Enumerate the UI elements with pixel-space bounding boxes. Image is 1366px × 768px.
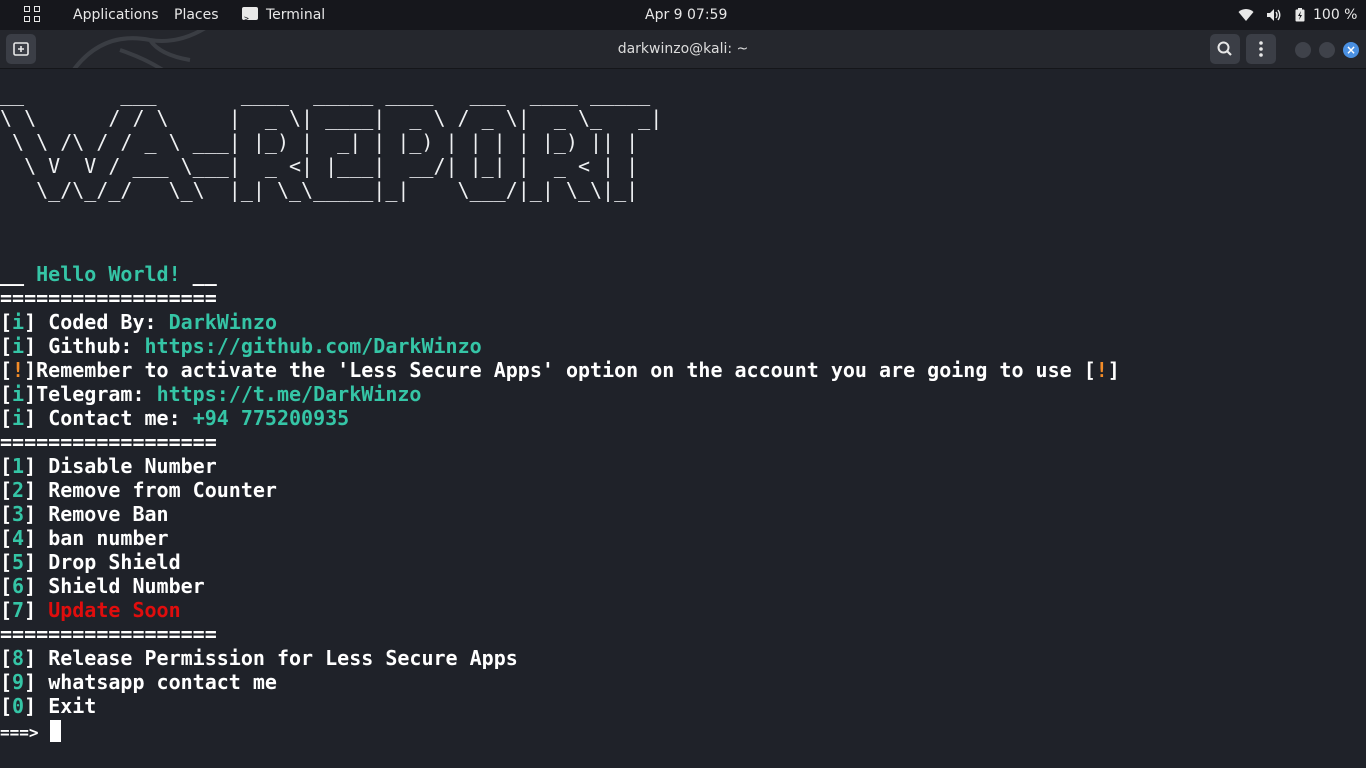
terminal-output[interactable]: __ ___ ____ _____ ____ ___ ____ _____ \ … [0,69,1366,768]
banner-ascii-art: __ ___ ____ _____ ____ ___ ____ _____ \ … [0,82,663,202]
search-button[interactable] [1210,34,1240,64]
menu-option-4: [4] ban number [0,526,169,550]
text-cursor [50,720,62,742]
menu-option-9: [9] whatsapp contact me [0,670,277,694]
maximize-button[interactable] [1319,42,1335,58]
menu-option-2: [2] Remove from Counter [0,478,277,502]
remember-line: [!]Remember to activate the 'Less Secure… [0,358,1120,382]
app-grid-icon[interactable] [24,6,42,24]
terminal-app-menu[interactable]: Terminal [242,0,326,34]
applications-menu[interactable]: Applications [73,0,159,30]
terminal-app-label: Terminal [266,7,326,23]
wifi-icon[interactable] [1238,8,1254,22]
window-title: darkwinzo@kali: ~ [617,41,749,57]
menu-option-6: [6] Shield Number [0,574,205,598]
search-icon [1217,41,1232,56]
separator: ================== [0,622,217,646]
hello-line: __ Hello World! __ [0,262,217,286]
terminal-headerbar: darkwinzo@kali: ~ × [0,30,1366,69]
coded-by-line: [i] Coded By: DarkWinzo [0,310,277,334]
separator: ================== [0,430,217,454]
volume-icon[interactable] [1266,8,1282,22]
menu-option-1: [1] Disable Number [0,454,217,478]
battery-percent: 100 % [1313,7,1358,23]
clock[interactable]: Apr 9 07:59 [645,0,727,30]
menu-option-8: [8] Release Permission for Less Secure A… [0,646,518,670]
places-menu[interactable]: Places [174,0,219,30]
menu-option-5: [5] Drop Shield [0,550,181,574]
telegram-line: [i]Telegram: https://t.me/DarkWinzo [0,382,422,406]
separator: ================== [0,286,217,310]
github-line: [i] Github: https://github.com/DarkWinzo [0,334,482,358]
top-panel: Applications Places Terminal Apr 9 07:59… [0,0,1366,34]
input-prompt[interactable]: ===> [0,720,62,745]
battery-icon[interactable] [1295,8,1305,22]
terminal-icon [242,4,258,34]
menu-option-7: [7] Update Soon [0,598,181,622]
menu-button[interactable] [1246,34,1276,64]
kebab-menu-icon [1259,41,1263,57]
menu-option-3: [3] Remove Ban [0,502,169,526]
close-button[interactable]: × [1343,42,1359,58]
contact-line: [i] Contact me: +94 775200935 [0,406,350,430]
menu-option-0: [0] Exit [0,694,97,718]
minimize-button[interactable] [1295,42,1311,58]
